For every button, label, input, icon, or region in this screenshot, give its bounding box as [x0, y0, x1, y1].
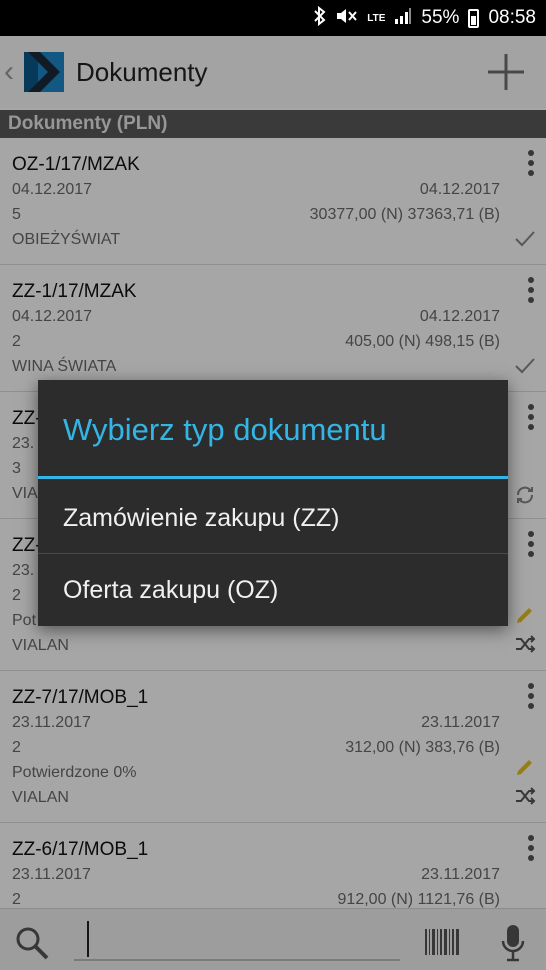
clock: 08:58	[488, 7, 536, 28]
signal-icon	[394, 7, 412, 30]
lte-label: LTE	[367, 12, 386, 24]
mute-icon	[336, 7, 358, 30]
dialog-title: Wybierz typ dokumentu	[63, 412, 387, 447]
dialog-title-divider	[38, 476, 508, 479]
status-bar: LTE 55% 08:58	[0, 0, 546, 36]
option-purchase-order[interactable]: Zamówienie zakupu (ZZ)	[38, 482, 508, 554]
battery-icon	[468, 8, 480, 28]
battery-percent: 55%	[421, 7, 460, 28]
option-purchase-offer[interactable]: Oferta zakupu (OZ)	[38, 554, 508, 626]
document-type-dialog: Wybierz typ dokumentu Zamówienie zakupu …	[38, 380, 508, 626]
bluetooth-icon	[313, 5, 327, 31]
